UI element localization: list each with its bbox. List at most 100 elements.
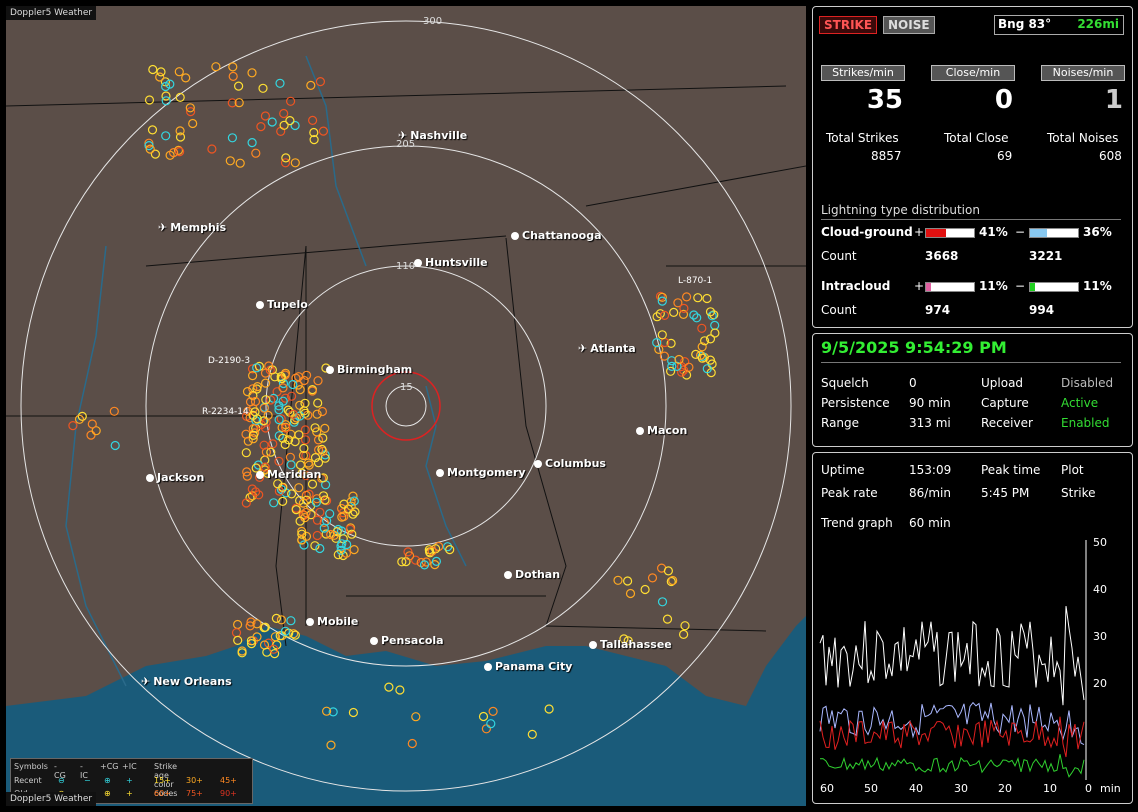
minus-sign: −	[1015, 279, 1026, 293]
ic-positive-count: 974	[925, 303, 951, 317]
city-dot-icon	[414, 259, 422, 267]
status-v1: 313 mi	[909, 416, 951, 430]
lightning-map[interactable]: Doppler5 Weather 300 205 110 15 ✈ Nashvil…	[6, 6, 806, 806]
strike-marker	[679, 303, 689, 313]
x-tick-unit: min	[1100, 782, 1121, 795]
city-name: Mobile	[317, 615, 359, 628]
strike-marker	[315, 76, 325, 87]
peak-time-label: Peak time	[981, 463, 1041, 477]
strike-marker	[261, 378, 271, 388]
noise-mode-button[interactable]: NOISE	[883, 16, 935, 34]
strike-marker	[320, 423, 330, 433]
total-close-label: Total Close	[944, 131, 1009, 145]
strike-marker	[710, 320, 720, 330]
strike-marker	[276, 615, 286, 625]
x-tick: 60	[820, 782, 834, 795]
strike-marker	[657, 597, 668, 607]
strike-marker	[313, 376, 323, 386]
strike-marker	[256, 121, 266, 132]
strike-marker	[294, 483, 304, 493]
y-tick: 40	[1093, 583, 1107, 596]
strike-marker	[259, 440, 269, 450]
strike-marker	[225, 156, 235, 166]
ic-positive-pct: 11%	[979, 279, 1008, 293]
strike-marker	[268, 439, 278, 449]
strike-marker	[710, 328, 720, 338]
total-strikes-label: Total Strikes	[826, 131, 899, 145]
strike-marker	[235, 158, 245, 168]
age-45: 45+	[220, 776, 237, 785]
strike-marker	[667, 361, 677, 371]
city-dothan: Dothan	[504, 568, 560, 581]
strike-marker	[295, 385, 305, 395]
uptime-value: 153:09	[909, 463, 952, 477]
city-tallahassee: Tallahassee	[589, 638, 672, 651]
city-dot-icon	[146, 474, 154, 482]
strike-marker	[231, 628, 242, 638]
strike-marker	[312, 530, 322, 541]
ic-negative-pct: 11%	[1083, 279, 1112, 293]
city-name: Panama City	[495, 660, 573, 673]
strike-marker	[86, 430, 96, 440]
age-75: 75+	[186, 789, 203, 798]
strike-marker	[669, 307, 679, 317]
status-k1: Persistence	[821, 396, 890, 410]
city-name: Meridian	[267, 468, 322, 481]
city-dot-icon	[370, 637, 378, 645]
strike-marker	[147, 125, 158, 135]
city-dot-icon	[534, 460, 542, 468]
range-label: 15	[400, 382, 413, 393]
strike-marker	[299, 540, 309, 550]
x-tick: 0	[1085, 782, 1092, 795]
age-90: 90+	[220, 789, 237, 798]
cg-positive-count: 3668	[925, 249, 959, 263]
city-huntsville: Huntsville	[414, 256, 488, 269]
status-v2: Disabled	[1061, 376, 1114, 390]
uptime-label: Uptime	[821, 463, 865, 477]
city-meridian: Meridian	[256, 468, 322, 481]
range-label: 300	[423, 16, 443, 27]
city-memphis: ✈ Memphis	[158, 221, 226, 234]
city-dot-icon	[256, 471, 264, 479]
x-tick: 10	[1043, 782, 1057, 795]
city-name: Dothan	[515, 568, 561, 581]
trend-graph-label: Trend graph	[821, 516, 893, 530]
recent-neg-cg-icon: ⊖	[58, 776, 65, 785]
city-dot-icon	[256, 301, 264, 309]
airport-icon: ✈	[398, 129, 408, 142]
city-dot-icon	[636, 427, 644, 435]
strike-marker	[348, 509, 358, 519]
y-tick: 20	[1093, 677, 1107, 690]
strike-marker	[227, 133, 237, 143]
ic-negative-count: 994	[1029, 303, 1055, 317]
city-name: Memphis	[170, 221, 227, 234]
strike-marker	[207, 144, 217, 154]
status-v2: Active	[1061, 396, 1099, 410]
strike-marker	[290, 120, 300, 131]
strike-marker	[287, 489, 297, 499]
city-name: New Orleans	[153, 675, 232, 688]
age-15: 15+	[154, 776, 171, 785]
recent-pos-cg-icon: ⊕	[104, 776, 111, 785]
divider	[821, 219, 1121, 220]
close-rate: 0	[994, 85, 1013, 115]
strike-mode-button[interactable]: STRIKE	[819, 16, 878, 34]
strike-marker	[161, 96, 171, 106]
city-name: Columbus	[545, 457, 606, 470]
strike-marker	[307, 479, 318, 489]
strike-marker	[279, 108, 289, 119]
strike-marker	[148, 64, 158, 75]
ic-negative-bar	[1029, 282, 1079, 292]
strike-marker	[302, 370, 312, 380]
city-dot-icon	[589, 641, 597, 649]
storm-label: D-2190-3	[208, 356, 251, 366]
total-close: 69	[997, 149, 1013, 163]
plot-value[interactable]: Strike	[1061, 486, 1096, 500]
x-tick: 40	[909, 782, 923, 795]
city-name: Birmingham	[337, 363, 413, 376]
city-name: Tallahassee	[600, 638, 672, 651]
current-datetime: 9/5/2025 9:54:29 PM	[821, 338, 1007, 357]
count-label: Count	[821, 249, 857, 263]
strike-marker	[308, 115, 318, 126]
cloud-ground-label: Cloud-ground	[821, 225, 913, 239]
